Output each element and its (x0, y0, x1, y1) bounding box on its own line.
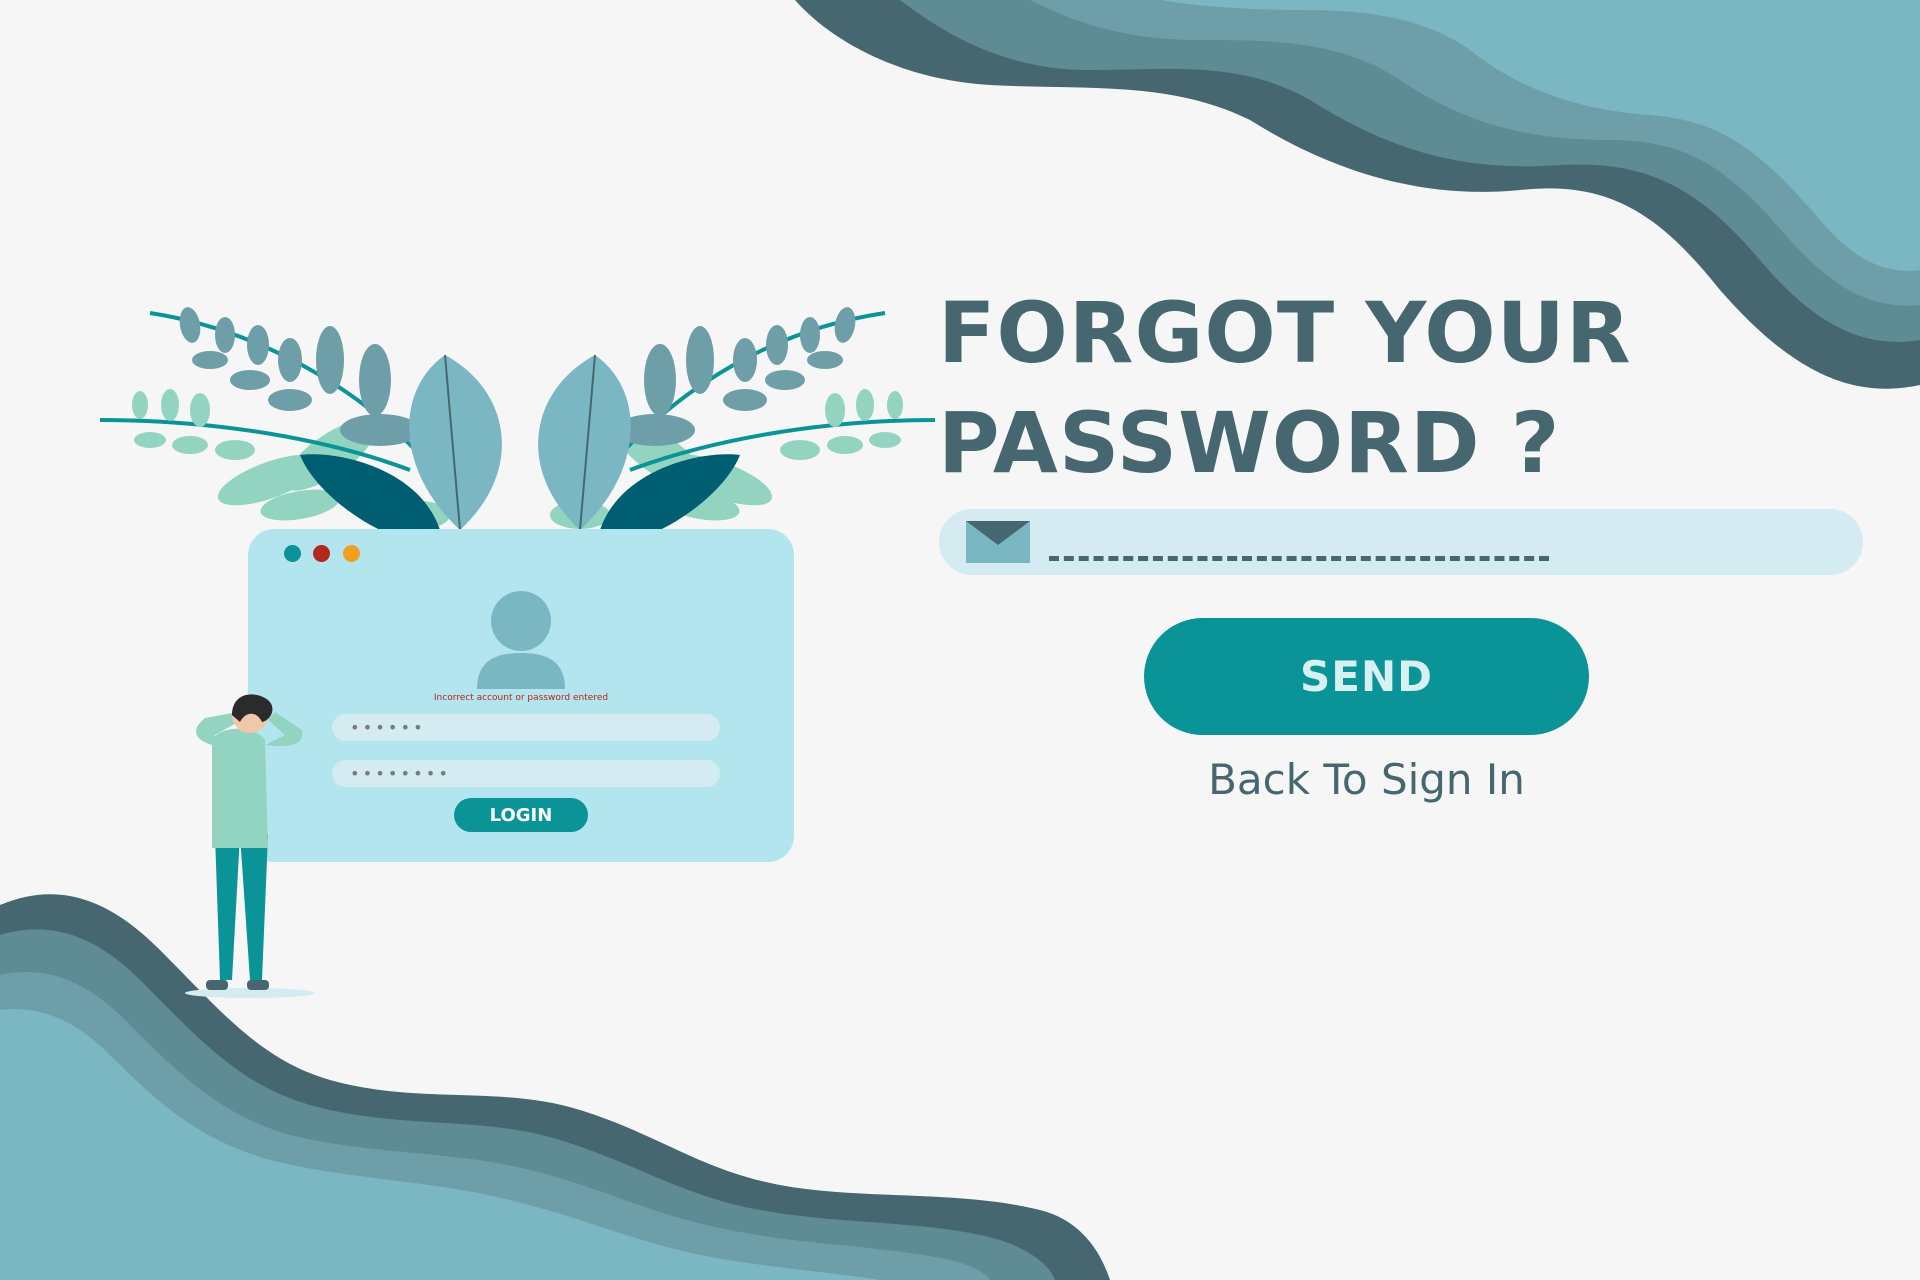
back-to-sign-in-link[interactable]: Back To Sign In (1144, 755, 1589, 804)
envelope-icon (966, 521, 1030, 563)
send-button[interactable]: SEND (1144, 618, 1589, 735)
page-title: FORGOT YOUR PASSWORD ? (938, 278, 1632, 498)
email-field[interactable] (939, 509, 1863, 575)
title-line-2: PASSWORD ? (938, 394, 1561, 492)
title-line-1: FORGOT YOUR (938, 284, 1632, 382)
confused-person-illustration (185, 694, 315, 998)
email-placeholder-underline (1049, 556, 1549, 561)
